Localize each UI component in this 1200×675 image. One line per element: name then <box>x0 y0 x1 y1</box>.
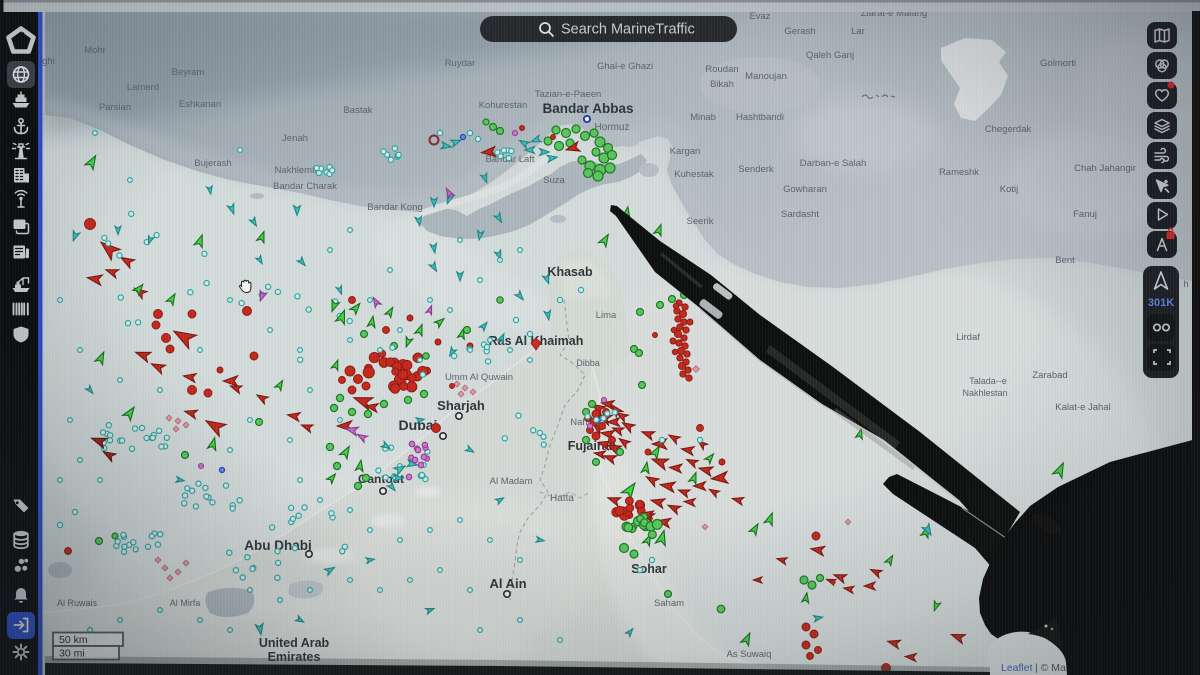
svg-text:Golmorti: Golmorti <box>1040 58 1076 69</box>
svg-text:Darban-e Salah: Darban-e Salah <box>800 158 867 169</box>
svg-text:Mohr: Mohr <box>84 45 106 56</box>
svg-text:Beyram: Beyram <box>172 67 205 78</box>
svg-text:Lamerd: Lamerd <box>127 82 159 93</box>
svg-text:Zarabad: Zarabad <box>1032 370 1067 381</box>
svg-text:Saham: Saham <box>654 598 684 609</box>
svg-text:Lirdaf: Lirdaf <box>956 332 980 343</box>
svg-text:Bujerash: Bujerash <box>194 158 232 169</box>
svg-text:50 km: 50 km <box>59 634 88 646</box>
svg-text:h: h <box>1183 279 1188 289</box>
svg-text:Manoujan: Manoujan <box>745 71 787 82</box>
svg-text:Chah Jahangir: Chah Jahangir <box>1074 163 1136 174</box>
svg-text:Nakhlestan: Nakhlestan <box>962 388 1007 398</box>
svg-text:Leaflet: Leaflet <box>1001 662 1033 674</box>
svg-text:Talada--e: Talada--e <box>969 376 1007 386</box>
svg-text:Al Mirfa: Al Mirfa <box>170 598 201 608</box>
svg-text:Hashtbandi: Hashtbandi <box>736 112 784 123</box>
svg-text:Tazian-e-Paeen: Tazian-e-Paeen <box>535 89 602 100</box>
svg-text:Al Ruwais: Al Ruwais <box>57 598 98 608</box>
svg-text:Suza: Suza <box>543 175 565 186</box>
svg-text:Umm Al Quwain: Umm Al Quwain <box>445 372 513 383</box>
svg-text:Fanuj: Fanuj <box>1073 209 1097 220</box>
svg-text:Lima: Lima <box>596 310 617 321</box>
svg-text:Lar: Lar <box>851 26 865 37</box>
svg-text:Parsian: Parsian <box>99 102 131 113</box>
svg-text:30 mi: 30 mi <box>59 648 85 660</box>
svg-text:Hatta: Hatta <box>550 493 574 504</box>
svg-text:Eshkanan: Eshkanan <box>179 99 221 110</box>
svg-text:Al Ain: Al Ain <box>489 576 526 591</box>
svg-text:United Arab: United Arab <box>259 636 330 650</box>
svg-text:| © Ma: | © Ma <box>1035 662 1066 674</box>
svg-text:Chegerdak: Chegerdak <box>985 124 1032 135</box>
svg-text:Bastak: Bastak <box>343 105 372 116</box>
svg-text:Kalat-e Jahal: Kalat-e Jahal <box>1055 402 1110 413</box>
svg-text:Kuhestak: Kuhestak <box>674 169 714 180</box>
svg-text:Senderk: Senderk <box>738 164 774 175</box>
svg-text:Evaz: Evaz <box>749 11 770 22</box>
svg-text:301K: 301K <box>1148 297 1174 309</box>
svg-text:Rameshk: Rameshk <box>939 167 979 178</box>
svg-text:Sohar: Sohar <box>631 562 667 576</box>
svg-text:Minab: Minab <box>690 112 716 123</box>
svg-text:Kargan: Kargan <box>670 146 701 157</box>
svg-text:Bandar Charak: Bandar Charak <box>273 181 337 192</box>
svg-text:Roudan: Roudan <box>705 64 738 75</box>
svg-text:Bandar Kong: Bandar Kong <box>367 202 422 213</box>
svg-text:Seerik: Seerik <box>687 216 714 227</box>
svg-text:Jenah: Jenah <box>282 133 308 144</box>
svg-text:Gowharan: Gowharan <box>783 184 827 195</box>
svg-text:Gerash: Gerash <box>784 26 815 37</box>
svg-text:Khasab: Khasab <box>547 265 593 279</box>
svg-text:Kohurestan: Kohurestan <box>479 100 528 111</box>
svg-text:Sharjah: Sharjah <box>437 398 485 413</box>
svg-text:Hormuz: Hormuz <box>594 122 629 133</box>
svg-text:Nakhlemir: Nakhlemir <box>275 165 318 176</box>
svg-text:Bandar Abbas: Bandar Abbas <box>542 101 633 116</box>
svg-text:As Suwaiq: As Suwaiq <box>727 649 772 660</box>
svg-text:Ruydar: Ruydar <box>445 58 476 69</box>
svg-text:Al Madam: Al Madam <box>490 476 533 487</box>
svg-text:Bikah: Bikah <box>710 79 734 90</box>
svg-text:Sardasht: Sardasht <box>781 209 819 220</box>
svg-text:Qaleh Ganj: Qaleh Ganj <box>806 50 854 61</box>
svg-text:Kotij: Kotij <box>1000 184 1018 195</box>
svg-text:Bent: Bent <box>1055 255 1075 266</box>
svg-text:Ghal-e Ghazi: Ghal-e Ghazi <box>597 61 653 72</box>
svg-text:Dibba: Dibba <box>576 358 600 368</box>
svg-text:Search MarineTraffic: Search MarineTraffic <box>561 22 695 38</box>
